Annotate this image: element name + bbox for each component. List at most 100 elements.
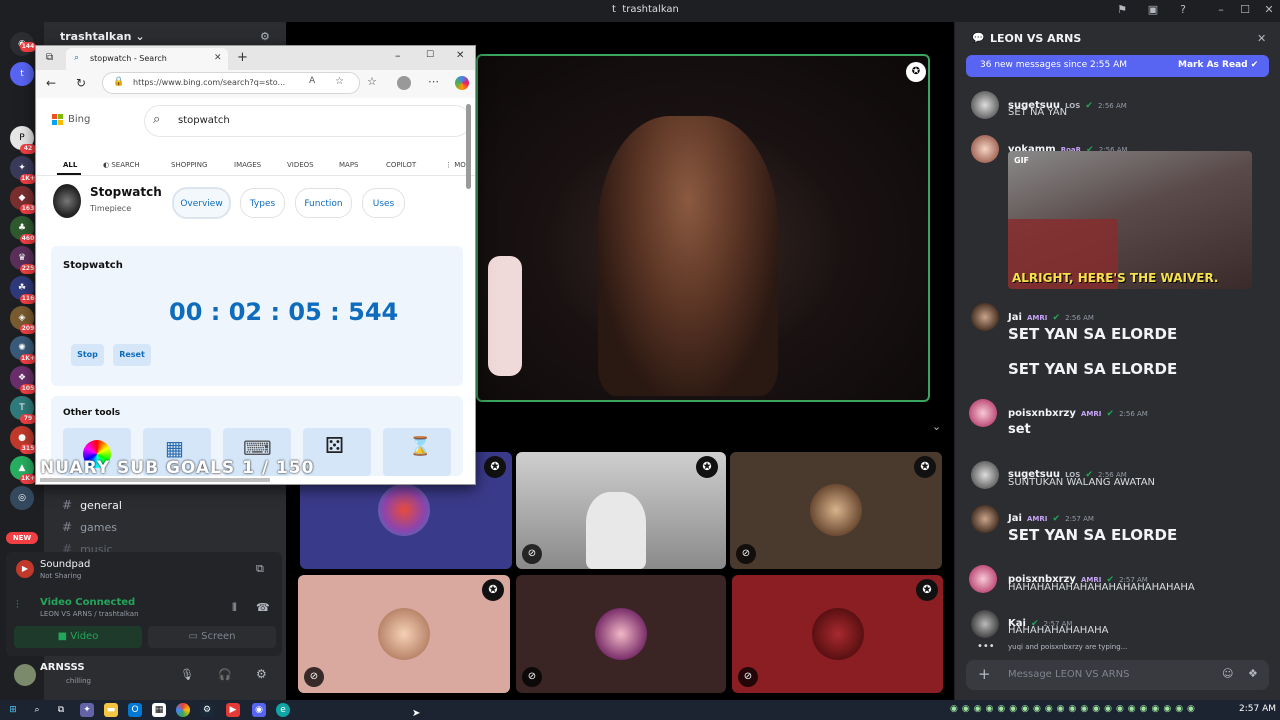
screen-button[interactable]: ▭ Screen: [148, 626, 276, 648]
back-icon[interactable]: ←: [46, 76, 56, 90]
microphone-icon[interactable]: 🎙: [180, 668, 194, 681]
minimize-icon[interactable]: –: [395, 49, 401, 62]
participant-video-tile[interactable]: ✪ ⊘: [516, 452, 726, 569]
username[interactable]: Jai: [1008, 513, 1022, 524]
uses-pill[interactable]: Uses: [362, 188, 405, 218]
favorites-icon[interactable]: ☆: [367, 75, 377, 88]
mark-as-read[interactable]: Mark As Read ✔: [1178, 60, 1258, 70]
disconnect-icon[interactable]: ☎: [256, 601, 270, 614]
settings-icon[interactable]: ⚙: [256, 667, 267, 681]
maximize-icon[interactable]: ☐: [1238, 3, 1252, 17]
add-attachment-icon[interactable]: +: [978, 665, 991, 683]
new-messages-bar[interactable]: 36 new messages since 2:55 AM Mark As Re…: [966, 55, 1269, 77]
close-icon[interactable]: ✕: [456, 50, 464, 61]
participant-tile[interactable]: ✪ ⊘: [298, 575, 510, 693]
scrollbar-thumb[interactable]: [466, 104, 471, 189]
search-icon[interactable]: ⌕: [30, 703, 44, 717]
channel-games[interactable]: # games: [62, 520, 117, 534]
user-avatar[interactable]: [14, 664, 36, 686]
entity-title[interactable]: Stopwatch: [90, 185, 162, 199]
taskbar-clock[interactable]: 2:57 AM: [1239, 704, 1276, 714]
read-aloud-icon[interactable]: A: [309, 76, 315, 86]
function-pill[interactable]: Function: [295, 188, 352, 218]
pin-icon[interactable]: ✪: [914, 456, 936, 478]
main-video-stream[interactable]: ✪: [476, 54, 930, 402]
add-member-icon[interactable]: ⚙: [260, 30, 270, 43]
avatar[interactable]: [971, 610, 999, 638]
copilot-icon[interactable]: [455, 76, 469, 90]
server-name[interactable]: trashtalkan ⌄: [60, 30, 145, 43]
help-icon[interactable]: ?: [1176, 3, 1190, 17]
bing-logo[interactable]: Bing: [68, 114, 90, 125]
avatar[interactable]: [969, 399, 997, 427]
refresh-icon[interactable]: ↻: [76, 76, 86, 90]
discord-icon[interactable]: ◉: [252, 703, 266, 717]
avatar[interactable]: [971, 461, 999, 489]
steam-icon[interactable]: ⚙: [200, 703, 214, 717]
video-button[interactable]: ■ Video: [14, 626, 142, 648]
media-app-icon[interactable]: ▶: [226, 703, 240, 717]
share-icon[interactable]: ⧉: [256, 562, 264, 576]
avatar[interactable]: [969, 565, 997, 593]
inbox-icon[interactable]: ⚑: [1115, 3, 1129, 17]
participant-tile[interactable]: ✪ ⊘: [732, 575, 943, 693]
gif-embed[interactable]: GIF ALRIGHT, HERE'S THE WAIVER.: [1008, 151, 1252, 289]
start-icon[interactable]: ⊞: [6, 703, 20, 717]
pin-icon[interactable]: ✪: [696, 456, 718, 478]
voice-channel[interactable]: LEON VS ARNS / trashtalkan: [40, 610, 139, 618]
more-menu-icon[interactable]: ⋯: [428, 75, 439, 88]
pin-icon[interactable]: ✪: [906, 62, 926, 82]
tab-images[interactable]: IMAGES: [234, 161, 261, 169]
avatar[interactable]: [971, 303, 999, 331]
file-explorer-icon[interactable]: ▬: [104, 703, 118, 717]
tab-search[interactable]: ◐ SEARCH: [103, 161, 140, 169]
pin-icon[interactable]: ✪: [916, 579, 938, 601]
profile-avatar[interactable]: [397, 76, 411, 90]
tab-all[interactable]: ALL: [63, 161, 77, 169]
avatar[interactable]: [971, 505, 999, 533]
stop-button[interactable]: Stop: [71, 344, 104, 366]
tab-copilot[interactable]: COPILOT: [386, 161, 416, 169]
server-icon[interactable]: t: [10, 62, 34, 86]
tab-more[interactable]: ⋮ MO: [445, 161, 466, 169]
participant-tile[interactable]: ⊘: [516, 575, 726, 693]
minimize-icon[interactable]: –: [1214, 3, 1228, 17]
tab-videos[interactable]: VIDEOS: [287, 161, 314, 169]
edge-icon[interactable]: e: [276, 703, 290, 717]
maximize-icon[interactable]: ☐: [426, 50, 434, 60]
system-tray-icons[interactable]: ◉◉◉◉◉◉◉◉◉◉◉◉◉◉◉◉◉◉◉◉◉: [950, 704, 1199, 714]
overview-pill[interactable]: Overview: [173, 188, 230, 218]
screen-share-icon[interactable]: ▣: [1146, 3, 1160, 17]
pin-icon[interactable]: ✪: [484, 456, 506, 478]
address-bar[interactable]: 🔒 https://www.bing.com/search?q=sto... A…: [102, 72, 360, 94]
tab-actions-icon[interactable]: ⧉: [46, 52, 53, 63]
chrome-icon[interactable]: [176, 703, 190, 717]
copilot-app-icon[interactable]: ✦: [80, 703, 94, 717]
participant-tile[interactable]: ✪ ⊘: [730, 452, 942, 569]
outlook-icon[interactable]: O: [128, 703, 142, 717]
avatar[interactable]: [971, 135, 999, 163]
close-chat-icon[interactable]: ✕: [1257, 32, 1266, 45]
reset-button[interactable]: Reset: [113, 344, 151, 366]
headphones-icon[interactable]: 🎧: [218, 668, 232, 681]
server-icon[interactable]: ◎: [10, 486, 34, 510]
task-view-icon[interactable]: ⧉: [54, 703, 68, 717]
types-pill[interactable]: Types: [240, 188, 285, 218]
username[interactable]: Jai: [1008, 312, 1022, 323]
tab-shopping[interactable]: SHOPPING: [171, 161, 207, 169]
browser-tab[interactable]: ⌕ stopwatch - Search ✕: [66, 48, 228, 70]
user-name[interactable]: ARNSSS: [40, 662, 85, 673]
message-input[interactable]: + Message LEON VS ARNS ☺ ❖: [966, 660, 1269, 690]
username[interactable]: poisxnbxrzy: [1008, 408, 1076, 419]
pin-icon[interactable]: ✪: [482, 579, 504, 601]
avatar[interactable]: [971, 91, 999, 119]
channel-general[interactable]: # general: [62, 498, 122, 512]
store-icon[interactable]: ▦: [152, 703, 166, 717]
tool-timer[interactable]: ⌛: [383, 428, 451, 476]
bing-search-box[interactable]: ⌕ stopwatch: [145, 106, 470, 136]
apps-icon[interactable]: ❖: [1248, 667, 1258, 680]
new-tab-icon[interactable]: +: [237, 50, 248, 65]
close-tab-icon[interactable]: ✕: [214, 53, 222, 63]
close-icon[interactable]: ✕: [1262, 3, 1276, 17]
favorite-icon[interactable]: ☆: [335, 76, 344, 87]
